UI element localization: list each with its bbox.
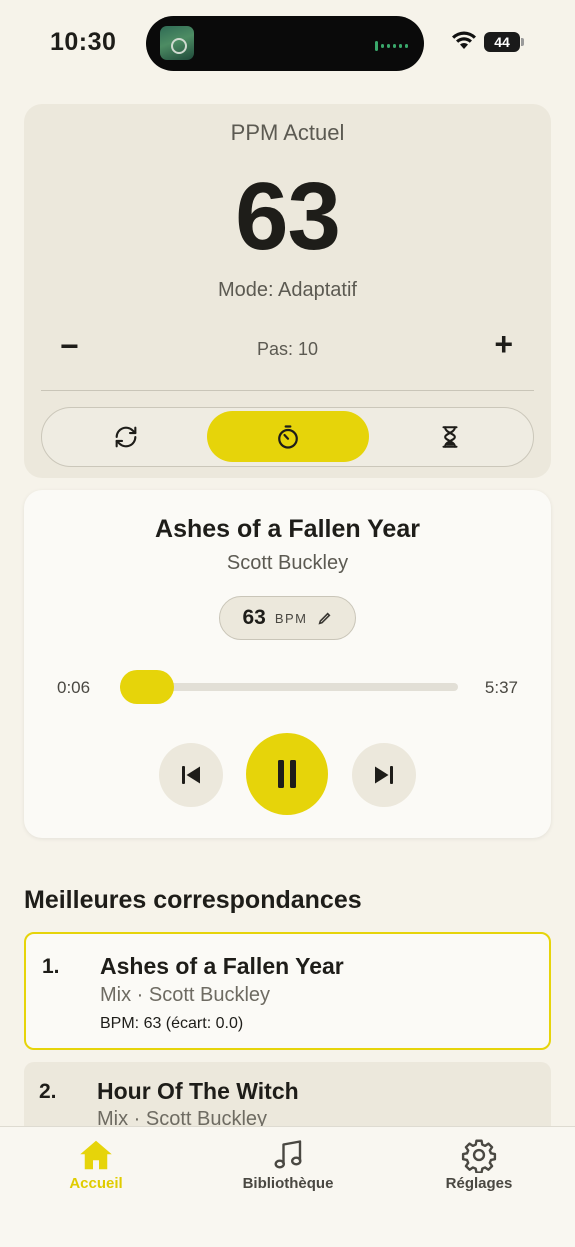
mode-hourglass-button[interactable]: [369, 411, 531, 462]
tab-library[interactable]: Bibliothèque: [208, 1137, 368, 1192]
track-bpm-unit: BPM: [274, 610, 308, 626]
dynamic-island[interactable]: [146, 16, 424, 71]
battery-level: 44: [494, 34, 510, 50]
track-bpm-value: 63: [242, 606, 266, 629]
battery-nub: [521, 38, 524, 46]
match-subtitle: Mix · Scott Buckley: [100, 984, 271, 1006]
tab-settings[interactable]: Réglages: [399, 1137, 559, 1192]
track-title: Ashes of a Fallen Year: [155, 515, 420, 543]
hourglass-icon: [442, 425, 458, 448]
divider: [41, 390, 534, 391]
mode-timer-button[interactable]: [207, 411, 369, 462]
increase-step-button[interactable]: +: [494, 326, 513, 363]
skip-previous-icon: [182, 766, 200, 784]
matches-section-title: Meilleures correspondances: [24, 886, 362, 914]
home-icon: [80, 1140, 112, 1170]
next-track-button[interactable]: [352, 743, 416, 807]
tab-label: Accueil: [69, 1175, 123, 1192]
previous-track-button[interactable]: [159, 743, 223, 807]
battery-indicator: 44: [484, 32, 520, 52]
total-time: 5:37: [484, 678, 518, 697]
tab-home[interactable]: Accueil: [16, 1137, 176, 1192]
now-playing-artwork: [160, 26, 194, 60]
step-label: Pas: 10: [256, 339, 319, 359]
match-title: Hour Of The Witch: [97, 1078, 299, 1104]
track-artist: Scott Buckley: [226, 552, 349, 574]
wifi-icon: [452, 31, 476, 49]
tab-label: Réglages: [445, 1175, 513, 1192]
skip-next-icon: [375, 766, 393, 784]
match-bpm: BPM: 63 (écart: 0.0): [100, 1015, 244, 1032]
gear-icon: [461, 1139, 497, 1173]
current-bpm-card: PPM Actuel 63 Mode: Adaptatif − Pas: 10 …: [24, 104, 551, 478]
bpm-mode-label: Mode: Adaptatif: [218, 279, 357, 301]
timer-icon: [278, 424, 298, 449]
pause-button[interactable]: [246, 733, 328, 815]
sync-icon: [115, 426, 137, 447]
match-list-item[interactable]: 1. Ashes of a Fallen Year Mix · Scott Bu…: [24, 932, 551, 1050]
now-playing-card: Ashes of a Fallen Year Scott Buckley 63 …: [24, 490, 551, 838]
current-time: 0:06: [57, 678, 91, 697]
bpm-edit-chip[interactable]: 63 BPM: [219, 596, 356, 640]
progress-thumb[interactable]: [120, 670, 174, 704]
match-rank: 1.: [42, 955, 60, 978]
music-note-icon: [274, 1140, 302, 1169]
tab-bar: Accueil Bibliothèque Réglages: [0, 1126, 575, 1247]
match-title: Ashes of a Fallen Year: [100, 953, 344, 979]
bpm-card-title: PPM Actuel: [230, 120, 345, 145]
audio-waveform-icon: [375, 41, 408, 51]
status-time: 10:30: [50, 28, 117, 56]
pause-icon: [278, 760, 296, 788]
current-bpm-value: 63: [235, 163, 341, 270]
mode-sync-button[interactable]: [45, 411, 207, 462]
pencil-icon: [318, 612, 330, 625]
match-rank: 2.: [39, 1080, 57, 1103]
tab-label: Bibliothèque: [242, 1175, 334, 1192]
status-bar: 10:30 44: [0, 0, 575, 90]
mode-segmented-control: [41, 407, 534, 467]
